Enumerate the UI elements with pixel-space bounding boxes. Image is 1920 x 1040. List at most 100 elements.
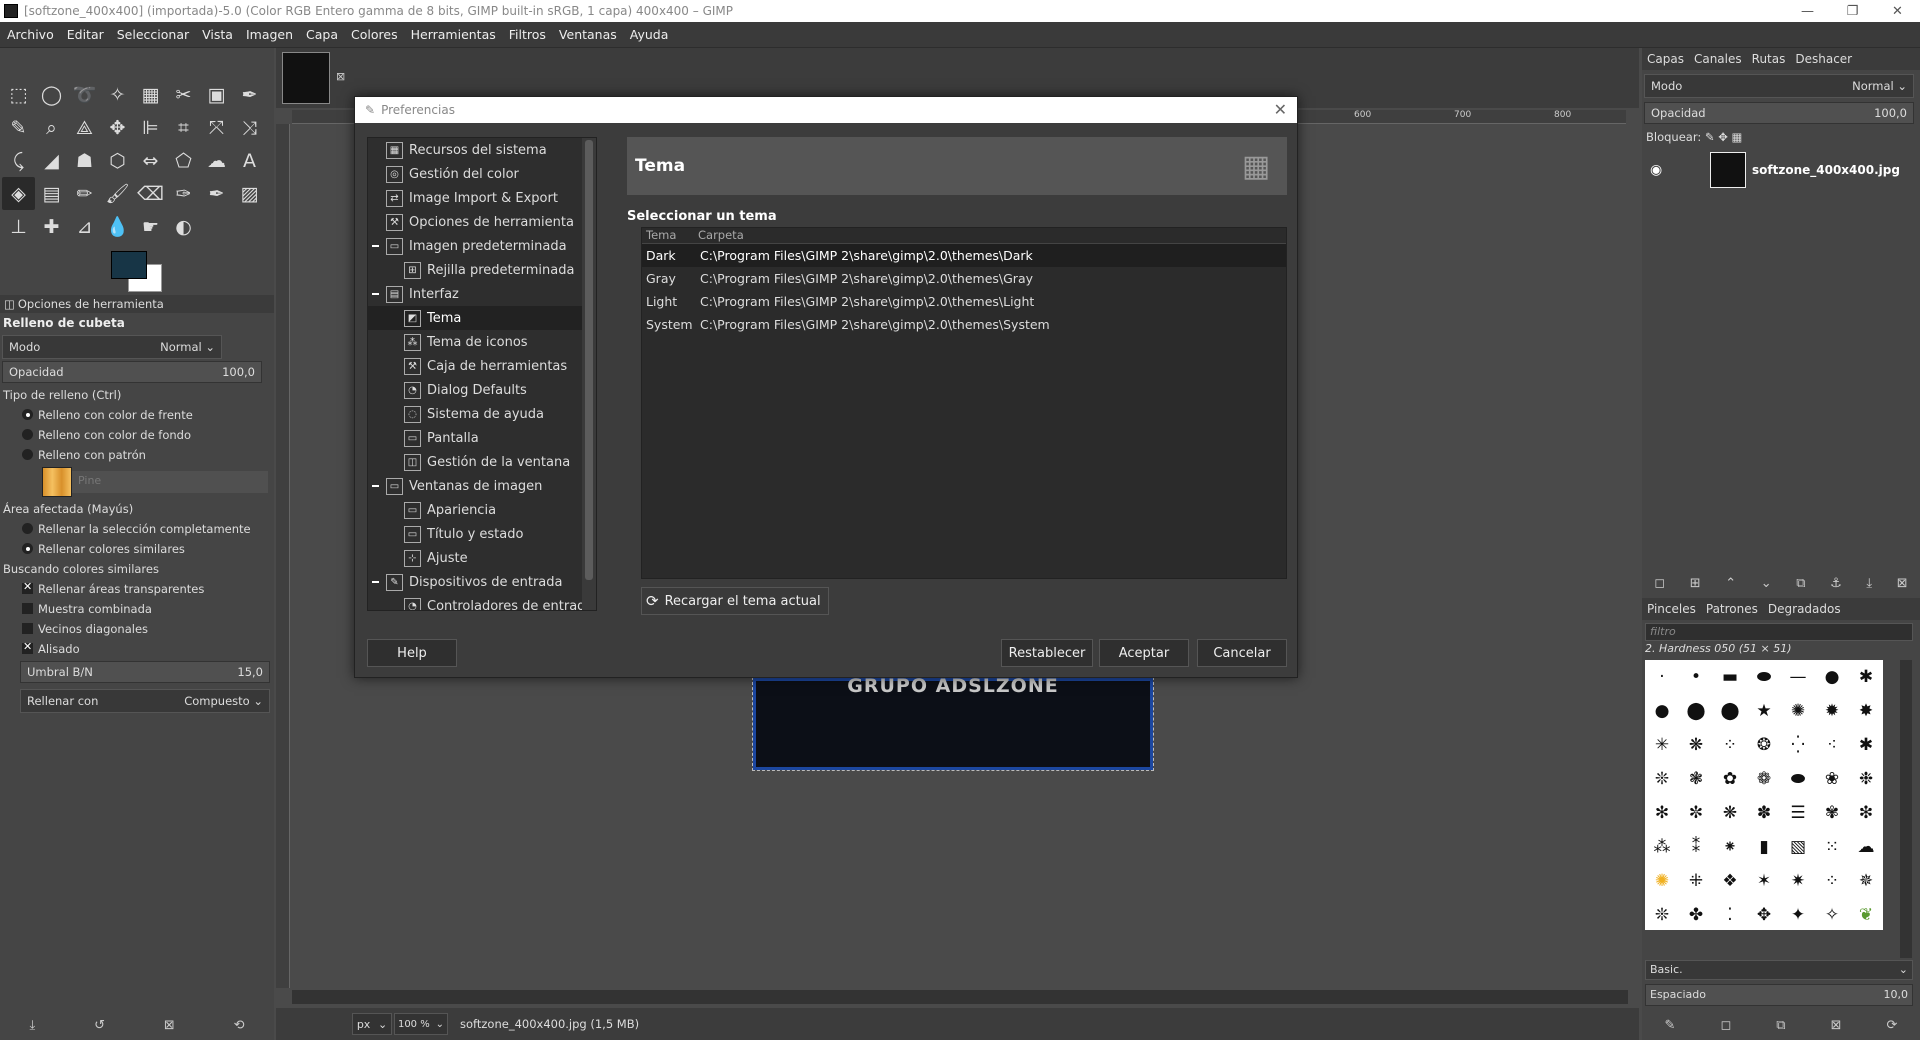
tree-item[interactable]: ✎ Dispositivos de entrada	[368, 570, 596, 594]
tree-item[interactable]: ▭ Ventanas de imagen	[368, 474, 596, 498]
tab-patrones[interactable]: Patrones	[1701, 602, 1763, 616]
color-select-icon[interactable]: ▦	[134, 78, 167, 111]
column-carpeta[interactable]: Carpeta	[698, 228, 744, 243]
tree-item[interactable]: ⚒ Opciones de herramienta	[368, 210, 596, 234]
menu-editar[interactable]: Editar	[60, 27, 110, 42]
brush-thumb[interactable]: ❦	[1849, 898, 1883, 930]
spacing-slider[interactable]: Espaciado 10,0	[1645, 984, 1913, 1006]
sample-merged-check[interactable]: Muestra combinada	[0, 599, 274, 619]
restore-icon[interactable]: ❐	[1830, 0, 1875, 22]
brush-thumb[interactable]: ❊	[1645, 762, 1679, 796]
menu-seleccionar[interactable]: Seleccionar	[110, 27, 195, 42]
brush-thumb[interactable]: ▬	[1713, 660, 1747, 694]
handle-transform-icon[interactable]: ⬠	[167, 144, 200, 177]
mypaint-brush-icon[interactable]: ▨	[233, 177, 266, 210]
cage-icon[interactable]: ☗	[68, 144, 101, 177]
color-picker-icon[interactable]: ✎	[2, 111, 35, 144]
brush-thumb[interactable]: ✦	[1781, 898, 1815, 930]
tab-degradados[interactable]: Degradados	[1763, 602, 1846, 616]
ink-icon[interactable]: ✒	[200, 177, 233, 210]
align-icon[interactable]: ⊫	[134, 111, 167, 144]
fill-similar-radio[interactable]: Rellenar colores similares	[0, 539, 274, 559]
brush-thumb[interactable]: ❉	[1849, 762, 1883, 796]
menu-imagen[interactable]: Imagen	[239, 27, 299, 42]
brush-thumb[interactable]: •	[1679, 660, 1713, 694]
save-options-icon[interactable]: ⤓	[29, 1018, 35, 1033]
restore-options-icon[interactable]: ↺	[94, 1018, 105, 1033]
brush-thumb[interactable]: ⬤	[1679, 694, 1713, 728]
horizontal-scrollbar[interactable]	[292, 990, 1628, 1004]
pattern-swatch[interactable]	[42, 467, 72, 497]
tab-capas[interactable]: Capas	[1642, 52, 1689, 66]
fill-transparent-check[interactable]: Rellenar áreas transparentes	[0, 579, 274, 599]
brush-thumb[interactable]: ✸	[1849, 694, 1883, 728]
seamless-clone-icon[interactable]: ☁	[200, 144, 233, 177]
theme-row-selected[interactable]: Dark C:\Program Files\GIMP 2\share\gimp\2…	[642, 244, 1286, 267]
diagonal-neighbors-check[interactable]: Vecinos diagonales	[0, 619, 274, 639]
warp-icon[interactable]: ⤨	[233, 111, 266, 144]
new-layer-icon[interactable]: ◻	[1654, 576, 1665, 591]
airbrush-icon[interactable]: ✑	[167, 177, 200, 210]
move-icon[interactable]: ✥	[101, 111, 134, 144]
theme-row[interactable]: System C:\Program Files\GIMP 2\share\gimp…	[642, 313, 1286, 336]
brush-grid[interactable]: · • ▬ ⬬ — ● ✱ ● ⬤ ⬤ ★ ✺ ✹ ✸ ✳ ❋ ⁘ ❂ ⁛ ⁖ ✱ ❊ ❃ ✿ ❁ ⬬ ❀ ❉ ✻ ✼ ❋ ✽ ☰ ✾ ❇ …	[1645, 660, 1883, 930]
brush-thumb[interactable]: ⬬	[1781, 762, 1815, 796]
reload-theme-button[interactable]: ⟳ Recargar el tema actual	[641, 587, 829, 615]
close-window-icon[interactable]: ✕	[1875, 0, 1920, 22]
tree-item[interactable]: ◎ Gestión del color	[368, 162, 596, 186]
delete-brush-icon[interactable]: ⊠	[1831, 1018, 1842, 1033]
bucket-fill-icon[interactable]: ◈	[2, 177, 35, 210]
paintbrush-icon[interactable]: 🖌	[101, 177, 134, 210]
fill-selection-radio[interactable]: Rellenar la selección completamente	[0, 519, 274, 539]
lasso-icon[interactable]: ➰	[68, 78, 101, 111]
fill-with-combo[interactable]: Rellenar con Compuesto ⌄	[20, 689, 270, 713]
lock-pixels-icon[interactable]: ✎	[1705, 130, 1715, 144]
anchor-layer-icon[interactable]: ⚓	[1830, 576, 1842, 591]
tree-item[interactable]: ▭ Título y estado	[368, 522, 596, 546]
tree-item[interactable]: ◫ Gestión de la ventana	[368, 450, 596, 474]
edit-brush-icon[interactable]: ✎	[1665, 1018, 1676, 1033]
menu-vista[interactable]: Vista	[195, 27, 239, 42]
brush-thumb[interactable]: ✧	[1815, 898, 1849, 930]
brush-thumb[interactable]: ⁚	[1713, 898, 1747, 930]
image-canvas[interactable]: GRUPO ADSLZONE	[752, 675, 1154, 771]
brush-thumb[interactable]: ✻	[1645, 796, 1679, 830]
menu-herramientas[interactable]: Herramientas	[404, 27, 502, 42]
brush-thumb[interactable]: ·	[1645, 660, 1679, 694]
brush-thumb[interactable]: ✺	[1781, 694, 1815, 728]
color-swatches[interactable]	[108, 250, 166, 294]
unified-transform-icon[interactable]: ⤧	[200, 111, 233, 144]
tree-item[interactable]: ◌ Sistema de ayuda	[368, 402, 596, 426]
new-group-icon[interactable]: ⊞	[1690, 576, 1701, 591]
foreground-select-icon[interactable]: ▣	[200, 78, 233, 111]
brush-thumb[interactable]: ⁜	[1679, 864, 1713, 898]
duplicate-layer-icon[interactable]: ⧉	[1796, 576, 1805, 591]
pencil-icon[interactable]: ✏	[68, 177, 101, 210]
crop-icon[interactable]: ⌗	[167, 111, 200, 144]
fuzzy-select-icon[interactable]: ✧	[101, 78, 134, 111]
brush-thumb[interactable]: ⁙	[1815, 830, 1849, 864]
dialog-close-icon[interactable]: ✕	[1274, 100, 1287, 119]
eraser-icon[interactable]: ⌫	[134, 177, 167, 210]
tab-pinceles[interactable]: Pinceles	[1642, 602, 1701, 616]
raise-layer-icon[interactable]: ⌃	[1725, 576, 1736, 591]
brush-thumb[interactable]: ⁕	[1713, 830, 1747, 864]
tree-item[interactable]: ▭ Imagen predeterminada	[368, 234, 596, 258]
tree-item[interactable]: ▦ Recursos del sistema	[368, 138, 596, 162]
ok-button[interactable]: Aceptar	[1099, 639, 1189, 667]
collapse-icon[interactable]	[372, 245, 379, 247]
menu-filtros[interactable]: Filtros	[502, 27, 552, 42]
menu-capa[interactable]: Capa	[299, 27, 344, 42]
tree-item[interactable]: ⁂ Tema de iconos	[368, 330, 596, 354]
antialias-check[interactable]: Alisado	[0, 639, 274, 659]
brush-thumb[interactable]: ✥	[1747, 898, 1781, 930]
brush-thumb[interactable]: ✳	[1645, 728, 1679, 762]
tree-item[interactable]: ◔ Controladores de entrada	[368, 594, 596, 610]
brush-thumb[interactable]: ❁	[1747, 762, 1781, 796]
brush-thumb[interactable]: ▮	[1747, 830, 1781, 864]
scissors-icon[interactable]: ✂	[167, 78, 200, 111]
brush-thumb[interactable]: ▧	[1781, 830, 1815, 864]
threshold-slider[interactable]: Umbral B/N 15,0	[20, 661, 270, 683]
minimize-icon[interactable]: —	[1785, 0, 1830, 22]
brush-thumb[interactable]: ✱	[1849, 728, 1883, 762]
